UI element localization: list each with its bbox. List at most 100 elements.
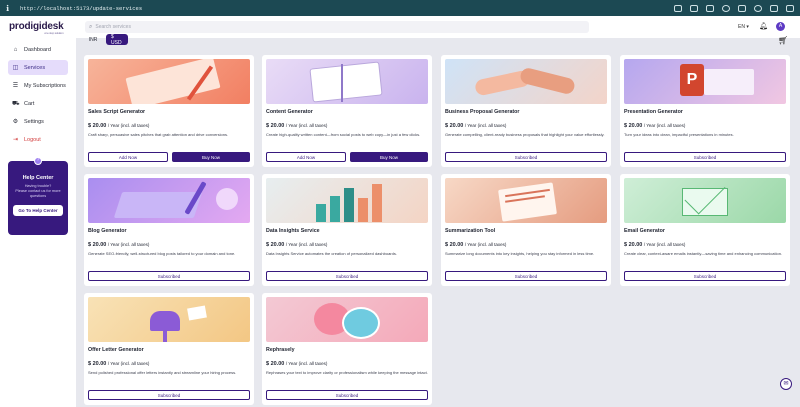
gear-icon: ⚙	[12, 119, 19, 125]
service-card: P Presentation Generator $ 20.00 / Year …	[620, 55, 790, 167]
help-center-button[interactable]: Go To Help Center	[13, 205, 63, 216]
service-description: Create clear, context-aware emails insta…	[624, 251, 783, 256]
service-description: Rephrases your text to improve clarity o…	[266, 370, 428, 375]
service-description: Generate SEO-friendly, well-structured b…	[88, 251, 236, 256]
address-bar[interactable]: http://localhost:5173/update-services	[20, 5, 142, 12]
add-now-button[interactable]: Add Now	[266, 152, 346, 162]
subscribed-button[interactable]: Subscribed	[266, 271, 428, 281]
menu-icon[interactable]	[786, 4, 794, 12]
logo[interactable]: prodigidesk one stop solution	[9, 21, 64, 35]
service-description: Data Insights Service automates the crea…	[266, 251, 397, 256]
subscribed-button[interactable]: Subscribed	[88, 271, 250, 281]
devtools-icon[interactable]	[770, 4, 778, 12]
service-price: $ 20.00 / Year (incl. all taxes)	[624, 123, 686, 129]
service-description: Generate compelling, client-ready busine…	[445, 132, 605, 137]
subscribed-button[interactable]: Subscribed	[445, 152, 607, 162]
service-image	[88, 297, 250, 342]
service-image	[266, 178, 428, 223]
service-price: $ 20.00 / Year (incl. all taxes)	[88, 361, 150, 367]
buy-now-button[interactable]: Buy Now	[350, 152, 428, 162]
search-placeholder: Search services	[95, 24, 131, 30]
sidebar-item-label: My Subscriptions	[24, 82, 66, 89]
top-header: ⌕ Search services EN ▾ 🔔︎ A	[76, 16, 800, 38]
service-title: Rephrasely	[266, 347, 295, 353]
chat-icon[interactable]: ✉	[780, 378, 792, 390]
info-icon[interactable]: ℹ	[6, 4, 16, 13]
dashboard-icon: ⌂	[13, 46, 18, 53]
service-description: Send polished professional offer letters…	[88, 370, 237, 375]
service-image	[624, 178, 786, 223]
sidebar-item-dashboard[interactable]: ⌂ Dashboard	[8, 42, 68, 57]
service-image	[88, 178, 250, 223]
help-center-card: ? Help Center Having trouble? Please con…	[8, 157, 68, 235]
service-image	[445, 59, 607, 104]
service-card: Sales Script Generator $ 20.00 / Year (i…	[84, 55, 254, 167]
service-title: Blog Generator	[88, 228, 127, 234]
bell-icon[interactable]: 🔔︎	[759, 22, 768, 30]
sidebar: prodigidesk one stop solution ⌂ Dashboar…	[0, 16, 76, 407]
service-image: P	[624, 59, 786, 104]
cart-icon: ⛟	[12, 100, 20, 107]
sidebar-item-services[interactable]: ◫ Services	[8, 60, 68, 75]
extension-icon[interactable]	[674, 4, 682, 12]
service-card: Blog Generator $ 20.00 / Year (incl. all…	[84, 174, 254, 286]
sidebar-item-cart[interactable]: ⛟ Cart	[8, 96, 68, 111]
subscribed-button[interactable]: Subscribed	[88, 390, 250, 400]
question-icon: ?	[34, 157, 42, 165]
service-price: $ 20.00 / Year (incl. all taxes)	[266, 361, 328, 367]
service-title: Sales Script Generator	[88, 109, 146, 115]
service-title: Data Insights Service	[266, 228, 320, 234]
currency-usd-button[interactable]: $ USD	[106, 34, 128, 46]
sidebar-item-logout[interactable]: ⇥ Logout	[8, 132, 68, 147]
service-card: Data Insights Service $ 20.00 / Year (in…	[262, 174, 432, 286]
avatar[interactable]: A	[776, 22, 785, 31]
help-text: Having trouble? Please contact us for mo…	[15, 184, 61, 198]
sidebar-item-label: Dashboard	[24, 46, 51, 53]
service-price: $ 20.00 / Year (incl. all taxes)	[445, 123, 507, 129]
search-input[interactable]: ⌕ Search services	[85, 21, 589, 33]
service-title: Content Generator	[266, 109, 313, 115]
service-image	[266, 59, 428, 104]
subscribed-button[interactable]: Subscribed	[266, 390, 428, 400]
service-description: Craft sharp, persuasive sales pitches th…	[88, 132, 229, 137]
sidebar-item-subscriptions[interactable]: ☰ My Subscriptions	[8, 78, 68, 93]
currency-inr-button[interactable]: INR	[84, 34, 102, 45]
service-price: $ 20.00 / Year (incl. all taxes)	[266, 242, 328, 248]
buy-now-button[interactable]: Buy Now	[172, 152, 250, 162]
subscriptions-icon: ☰	[12, 83, 19, 89]
subscribed-button[interactable]: Subscribed	[445, 271, 607, 281]
sidebar-item-label: Services	[24, 64, 46, 71]
add-now-button[interactable]: Add Now	[88, 152, 168, 162]
sidebar-item-label: Logout	[24, 136, 41, 143]
search-icon: ⌕	[89, 23, 93, 30]
service-card: Rephrasely $ 20.00 / Year (incl. all tax…	[262, 293, 432, 405]
camera-icon[interactable]	[706, 4, 714, 12]
service-price: $ 20.00 / Year (incl. all taxes)	[624, 242, 686, 248]
service-card: Business Proposal Generator $ 20.00 / Ye…	[441, 55, 611, 167]
service-price: $ 20.00 / Year (incl. all taxes)	[88, 242, 150, 248]
service-title: Email Generator	[624, 228, 665, 234]
subscribed-button[interactable]: Subscribed	[624, 271, 786, 281]
sidebar-item-settings[interactable]: ⚙ Settings	[8, 114, 68, 129]
reader-icon[interactable]	[738, 4, 746, 12]
subscribed-button[interactable]: Subscribed	[624, 152, 786, 162]
sidebar-item-label: Settings	[24, 118, 44, 125]
service-image	[445, 178, 607, 223]
language-selector[interactable]: EN ▾	[738, 24, 749, 30]
service-title: Presentation Generator	[624, 109, 683, 115]
currency-toggle: INR $ USD	[84, 34, 128, 46]
browser-toolbar: ℹ http://localhost:5173/update-services	[0, 0, 800, 16]
logout-icon: ⇥	[12, 137, 19, 143]
settings-icon[interactable]	[754, 4, 762, 12]
history-icon[interactable]	[722, 4, 730, 12]
services-icon: ◫	[12, 65, 19, 71]
service-price: $ 20.00 / Year (incl. all taxes)	[266, 123, 328, 129]
service-description: Turn your ideas into clean, impactful pr…	[624, 132, 734, 137]
service-card: Email Generator $ 20.00 / Year (incl. al…	[620, 174, 790, 286]
sidebar-item-label: Cart	[24, 100, 35, 107]
service-description: Summarize long documents into key insigh…	[445, 251, 595, 256]
cart-icon[interactable]: 🛒︎	[778, 36, 788, 45]
service-title: Business Proposal Generator	[445, 109, 520, 115]
screenshot-icon[interactable]	[690, 4, 698, 12]
service-image	[266, 297, 428, 342]
